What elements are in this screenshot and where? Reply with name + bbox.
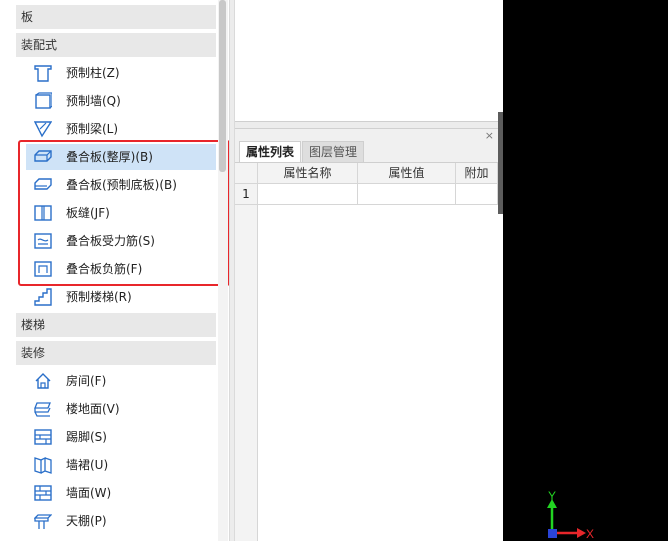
component-tree: 板 装配式 预制柱(Z) 预制墙(Q) 预制梁(L) 叠合板(整厚)(B) 叠合… <box>0 0 230 541</box>
prefab-column-icon <box>34 65 52 82</box>
tree-item-wall-surface[interactable]: 墙面(W) <box>26 480 216 506</box>
grid-corner-cell <box>235 163 258 184</box>
group-stair[interactable]: 楼梯 <box>16 313 216 337</box>
tree-item-skirting[interactable]: 踢脚(S) <box>26 424 216 450</box>
tree-item-label: 墙裙(U) <box>66 458 109 472</box>
floor-icon <box>34 402 51 417</box>
drawing-canvas[interactable]: Y X <box>503 0 668 541</box>
property-grid: 属性名称 属性值 附加 1 <box>235 162 498 541</box>
tree-item-label: 天棚(P) <box>66 514 107 528</box>
skirting-icon <box>34 429 52 445</box>
tree-item-prefab-wall[interactable]: 预制墙(Q) <box>26 88 216 114</box>
close-icon[interactable]: × <box>485 129 494 142</box>
tree-item-prefab-stair[interactable]: 预制楼梯(R) <box>26 284 216 310</box>
tree-item-ceiling[interactable]: 天棚(P) <box>26 508 216 534</box>
tree-item-label: 踢脚(S) <box>66 430 107 444</box>
row-gutter <box>235 205 258 541</box>
group-label: 装配式 <box>21 38 58 52</box>
table-cell[interactable] <box>358 184 456 205</box>
prefab-beam-icon <box>34 121 52 138</box>
table-cell[interactable] <box>456 184 498 205</box>
ceiling-icon <box>34 514 52 529</box>
tree-item-label: 预制楼梯(R) <box>66 290 132 304</box>
tree-item-label: 楼地面(V) <box>66 402 120 416</box>
tab-property-list[interactable]: 属性列表 <box>239 141 302 162</box>
wall-surface-icon <box>34 485 52 501</box>
prefab-stair-icon <box>34 288 52 306</box>
x-axis-arrow <box>577 528 586 538</box>
tree-item-label: 墙面(W) <box>66 486 112 500</box>
tree-item-label: 预制梁(L) <box>66 122 119 136</box>
property-panel: × 属性列表 图层管理 属性名称 属性值 附加 1 <box>235 128 498 541</box>
origin-marker <box>548 529 557 538</box>
group-prefab[interactable]: 装配式 <box>16 33 216 57</box>
room-icon <box>35 373 51 389</box>
group-label: 楼梯 <box>21 318 46 332</box>
table-cell[interactable] <box>258 184 358 205</box>
group-label: 板 <box>21 10 34 24</box>
column-header-name[interactable]: 属性名称 <box>258 163 358 184</box>
row-number: 1 <box>235 184 258 205</box>
tree-item-label: 预制墙(Q) <box>66 94 121 108</box>
tree-scrollbar[interactable] <box>218 0 228 541</box>
tree-item-dado[interactable]: 墙裙(U) <box>26 452 216 478</box>
y-axis-label: Y <box>548 489 556 503</box>
group-label: 装修 <box>21 346 46 360</box>
axis-gizmo: Y X <box>547 489 594 541</box>
column-header-extra[interactable]: 附加 <box>456 163 498 184</box>
scrollbar-thumb[interactable] <box>219 0 226 172</box>
tree-item-label: 房间(F) <box>66 374 107 388</box>
group-slab[interactable]: 板 <box>16 5 216 29</box>
tree-item-label: 预制柱(Z) <box>66 66 120 80</box>
tree-item-prefab-column[interactable]: 预制柱(Z) <box>26 60 216 86</box>
tree-item-floor[interactable]: 楼地面(V) <box>26 396 216 422</box>
x-axis-label: X <box>586 527 594 541</box>
tree-item-room[interactable]: 房间(F) <box>26 368 216 394</box>
tab-layer-management[interactable]: 图层管理 <box>302 141 365 162</box>
dado-icon <box>34 456 52 474</box>
highlight-box <box>18 140 230 286</box>
upper-empty-panel <box>235 0 498 122</box>
group-decoration[interactable]: 装修 <box>16 341 216 365</box>
prefab-wall-icon <box>35 92 52 109</box>
tree-item-prefab-beam[interactable]: 预制梁(L) <box>26 116 216 142</box>
column-header-value[interactable]: 属性值 <box>358 163 456 184</box>
